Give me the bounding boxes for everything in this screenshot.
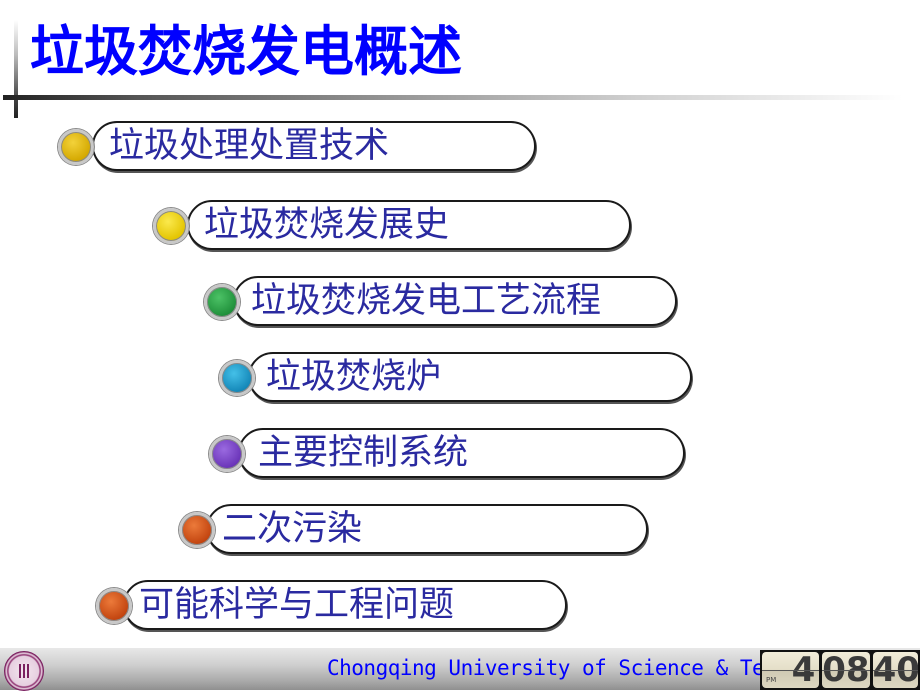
title-horizontal-rule [3,95,903,100]
item-label: 可能科学与工程问题 [139,585,455,625]
clock-minute: 08 [822,652,870,688]
item-label: 主要控制系统 [258,433,469,473]
title-vertical-rule [14,20,18,118]
clock-ampm: PM [766,676,777,684]
list-item: 垃圾处理处置技术 [57,121,537,173]
clock-hour-value: 4 [791,652,816,688]
slide-title: 垃圾焚烧发电概述 [30,20,462,83]
bullet-icon [153,208,189,244]
bullet-icon [209,436,245,472]
bullet-icon [58,129,94,165]
item-label: 垃圾焚烧发展史 [204,205,450,245]
clock-minute-value: 08 [822,652,870,688]
flip-clock: PM 4 08 40 [760,650,920,690]
clock-second-value: 40 [872,652,919,688]
item-label: 二次污染 [222,509,363,549]
bullet-icon [219,360,255,396]
item-label: 垃圾焚烧发电工艺流程 [251,281,602,321]
seal-building-glyph [19,664,31,678]
clock-second: 40 [872,652,919,688]
list-item: 主要控制系统 [208,428,688,480]
footer-university-name: Chongqing University of Science & Tech [327,656,789,680]
bullet-icon [96,588,132,624]
university-seal-icon [4,651,44,691]
list-item: 二次污染 [178,504,652,556]
bullet-icon [179,512,215,548]
item-label: 垃圾焚烧炉 [266,357,442,397]
item-label: 垃圾处理处置技术 [109,126,390,166]
list-item: 垃圾焚烧发展史 [152,200,632,252]
list-item: 垃圾焚烧发电工艺流程 [203,276,679,328]
list-item: 可能科学与工程问题 [95,580,571,632]
clock-hour: PM 4 [762,652,820,688]
list-item: 垃圾焚烧炉 [218,352,694,404]
bullet-icon [204,284,240,320]
